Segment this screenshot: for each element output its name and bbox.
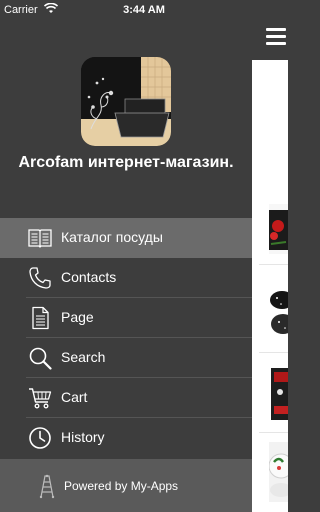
product-thumbnail[interactable] (269, 362, 288, 424)
my-apps-logo-icon[interactable] (38, 473, 56, 499)
divider (259, 432, 288, 433)
menu-item-label: Cart (61, 389, 88, 405)
menu-item-contacts[interactable]: Contacts (0, 258, 252, 298)
divider (259, 352, 288, 353)
status-bar: Carrier 3:44 AM (0, 0, 288, 20)
hamburger-menu-icon[interactable] (266, 28, 286, 46)
menu-item-catalog[interactable]: Каталог посуды (0, 218, 252, 258)
document-icon (32, 306, 49, 330)
menu-item-label: Search (61, 349, 106, 365)
drawer-menu: Каталог посуды Contacts Page Search Cart… (0, 218, 252, 458)
powered-by-label[interactable]: Powered by My-Apps (64, 479, 178, 493)
footer: Powered by My-Apps (0, 459, 252, 512)
menu-item-page[interactable]: Page (0, 298, 252, 338)
menu-item-cart[interactable]: Cart (0, 378, 252, 418)
clock-time: 3:44 AM (123, 4, 165, 16)
product-thumbnail[interactable] (269, 442, 288, 502)
book-icon (28, 229, 52, 248)
divider (259, 264, 288, 265)
menu-item-search[interactable]: Search (0, 338, 252, 378)
menu-item-label: Page (61, 309, 94, 325)
navigation-drawer: Arcofam интернет-магазин. Каталог посуды… (0, 20, 252, 512)
product-thumbnail[interactable] (269, 280, 288, 342)
app-logo (81, 57, 171, 146)
app-title: Arcofam интернет-магазин. (18, 154, 234, 171)
cart-icon (29, 388, 52, 409)
menu-item-label: Contacts (61, 269, 117, 285)
search-icon (29, 347, 52, 370)
menu-item-history[interactable]: History (0, 418, 252, 458)
menu-item-label: History (61, 429, 105, 445)
content-panel-peek[interactable] (252, 0, 288, 512)
phone-icon (29, 267, 51, 289)
menu-item-label: Каталог посуды (61, 229, 163, 245)
product-thumbnail[interactable] (269, 204, 288, 254)
clock-icon (29, 427, 51, 449)
